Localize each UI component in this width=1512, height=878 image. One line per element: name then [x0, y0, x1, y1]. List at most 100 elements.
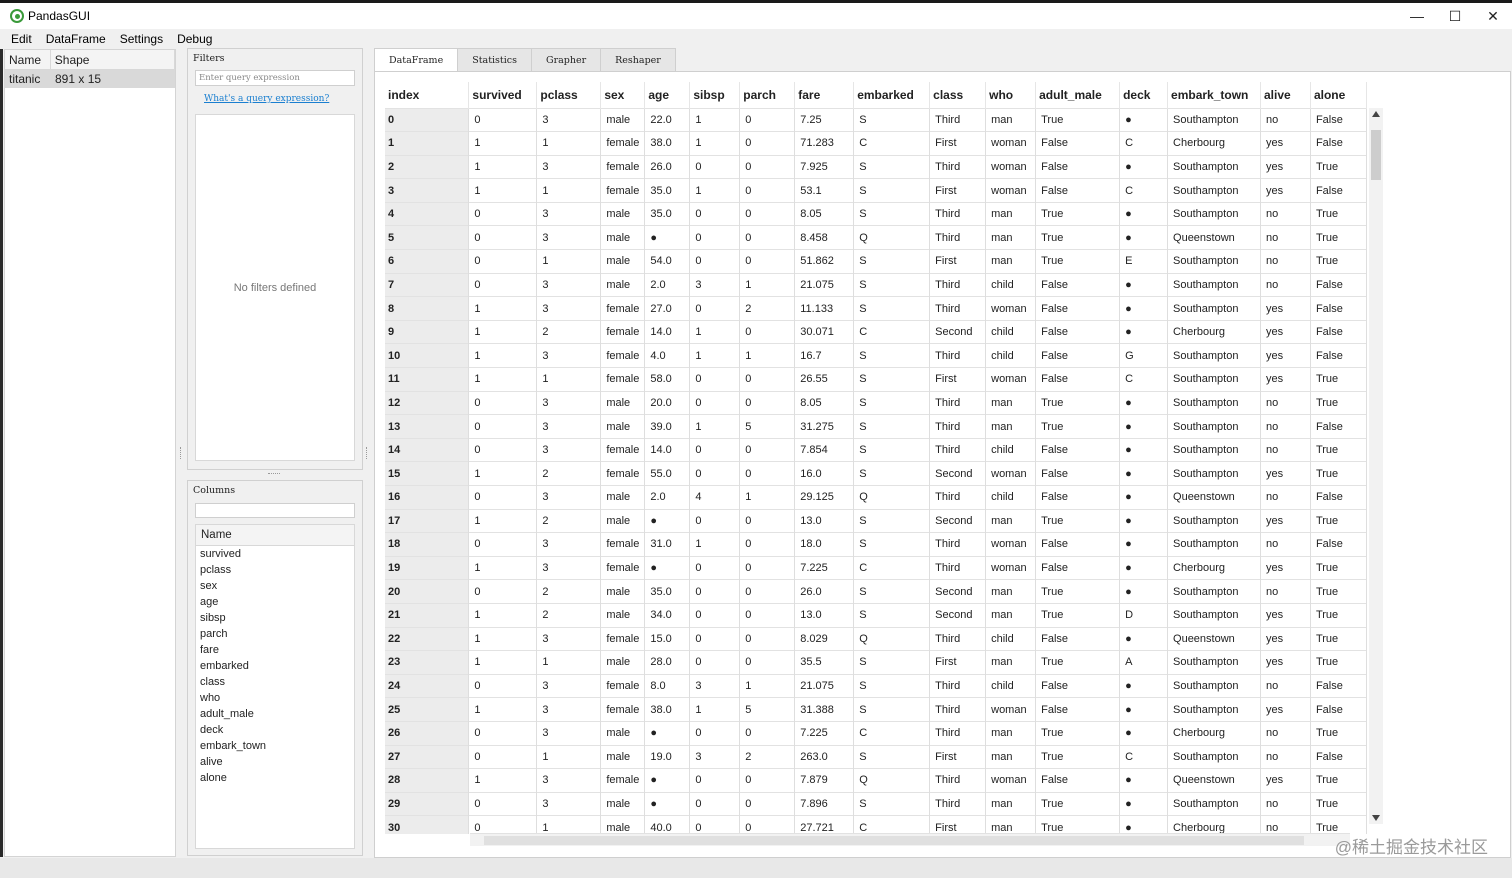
column-header-fare[interactable]: fare	[794, 82, 855, 108]
table-cell[interactable]: no	[1260, 720, 1311, 746]
table-cell[interactable]: 35.5	[794, 650, 855, 675]
table-cell[interactable]: Third	[929, 107, 987, 132]
table-cell[interactable]: S	[853, 461, 931, 486]
columns-search-input[interactable]	[195, 503, 355, 518]
table-cell[interactable]: True	[1310, 555, 1367, 580]
table-cell[interactable]: 0	[739, 225, 796, 250]
table-cell[interactable]: no	[1260, 437, 1311, 462]
column-list-item[interactable]: adult_male	[196, 706, 354, 722]
row-index-cell[interactable]: 19	[385, 555, 470, 580]
table-cell[interactable]: 0	[739, 367, 796, 392]
table-cell[interactable]: Southampton	[1167, 296, 1261, 321]
table-cell[interactable]: ●	[1119, 579, 1169, 604]
table-cell[interactable]: ●	[1119, 319, 1169, 344]
table-cell[interactable]: 0	[689, 579, 741, 604]
table-cell[interactable]: 1	[689, 107, 741, 132]
table-cell[interactable]: True	[1310, 508, 1367, 533]
table-cell[interactable]: Q	[853, 626, 931, 651]
table-cell[interactable]: female	[600, 437, 646, 462]
tab-statistics[interactable]: Statistics	[457, 48, 532, 71]
table-cell[interactable]: C	[1119, 744, 1169, 769]
column-list-item[interactable]: parch	[196, 626, 354, 642]
table-cell[interactable]: 29.125	[794, 485, 855, 510]
table-cell[interactable]: woman	[985, 367, 1037, 392]
table-cell[interactable]: False	[1035, 272, 1121, 297]
row-index-cell[interactable]: 18	[385, 532, 470, 557]
column-header-embarked[interactable]: embarked	[853, 82, 931, 108]
table-cell[interactable]: Q	[853, 768, 931, 793]
table-cell[interactable]: 2	[739, 296, 796, 321]
table-cell[interactable]: 0	[468, 390, 538, 415]
table-cell[interactable]: Cherbourg	[1167, 815, 1261, 834]
menu-debug[interactable]: Debug	[170, 32, 219, 46]
table-cell[interactable]: 3	[536, 414, 602, 439]
table-cell[interactable]: True	[1035, 720, 1121, 746]
table-row[interactable]: 26 0 3 male ● 0 0 7.225 C Third man True ● Cherbourg n…	[385, 720, 1367, 746]
table-cell[interactable]: Cherbourg	[1167, 319, 1261, 344]
column-list-item[interactable]: survived	[196, 546, 354, 562]
table-cell[interactable]: 263.0	[794, 744, 855, 769]
table-cell[interactable]: False	[1035, 367, 1121, 392]
table-cell[interactable]: False	[1310, 272, 1367, 297]
table-cell[interactable]: ●	[1119, 107, 1169, 132]
table-cell[interactable]: ●	[644, 555, 691, 580]
table-cell[interactable]: man	[985, 579, 1037, 604]
table-cell[interactable]: woman	[985, 154, 1037, 179]
row-index-cell[interactable]: 8	[385, 296, 470, 321]
table-cell[interactable]: man	[985, 744, 1037, 769]
row-index-cell[interactable]: 16	[385, 485, 470, 510]
table-cell[interactable]: child	[985, 673, 1037, 698]
table-cell[interactable]: 1	[468, 768, 538, 793]
table-cell[interactable]: 0	[689, 437, 741, 462]
table-cell[interactable]: S	[853, 107, 931, 132]
table-cell[interactable]: woman	[985, 296, 1037, 321]
table-cell[interactable]: 8.05	[794, 201, 855, 226]
table-cell[interactable]: Queenstown	[1167, 768, 1261, 793]
table-cell[interactable]: Southampton	[1167, 508, 1261, 533]
table-cell[interactable]: 21.075	[794, 272, 855, 297]
table-cell[interactable]: 30.071	[794, 319, 855, 344]
horizontal-scroll-thumb[interactable]	[484, 836, 1304, 845]
horizontal-scrollbar[interactable]	[470, 833, 1350, 846]
splitter-handle-right[interactable]	[366, 447, 368, 459]
table-cell[interactable]: False	[1035, 532, 1121, 557]
table-cell[interactable]: False	[1035, 626, 1121, 651]
table-cell[interactable]: S	[853, 697, 931, 722]
table-cell[interactable]: 7.225	[794, 720, 855, 746]
vertical-scroll-thumb[interactable]	[1371, 130, 1381, 180]
table-cell[interactable]: 13.0	[794, 602, 855, 628]
row-index-cell[interactable]: 4	[385, 201, 470, 226]
table-cell[interactable]: C	[1119, 178, 1169, 203]
table-cell[interactable]: Third	[929, 555, 987, 580]
table-cell[interactable]: 2	[536, 579, 602, 604]
table-cell[interactable]: 0	[739, 626, 796, 651]
row-index-cell[interactable]: 12	[385, 390, 470, 415]
table-cell[interactable]: ●	[1119, 390, 1169, 415]
table-cell[interactable]: Cherbourg	[1167, 555, 1261, 580]
table-row[interactable]: 1 1 1 female 38.0 1 0 71.283 C First woman False C Ch…	[385, 131, 1367, 156]
column-header-index[interactable]: index	[385, 82, 470, 108]
column-header-sibsp[interactable]: sibsp	[689, 82, 741, 108]
column-list-item[interactable]: sex	[196, 578, 354, 594]
table-cell[interactable]: no	[1260, 485, 1311, 510]
table-cell[interactable]: yes	[1260, 461, 1311, 486]
table-cell[interactable]: C	[853, 555, 931, 580]
vertical-scrollbar[interactable]	[1369, 108, 1383, 824]
tab-dataframe[interactable]: DataFrame	[374, 48, 459, 71]
table-cell[interactable]: True	[1035, 602, 1121, 628]
row-index-cell[interactable]: 23	[385, 650, 470, 675]
column-list-item[interactable]: pclass	[196, 562, 354, 578]
table-cell[interactable]: ●	[1119, 272, 1169, 297]
table-cell[interactable]: Third	[929, 390, 987, 415]
table-cell[interactable]: First	[929, 131, 987, 156]
table-cell[interactable]: 26.55	[794, 367, 855, 392]
dataset-row-titanic[interactable]: titanic 891 x 15	[5, 70, 175, 88]
splitter-handle-left[interactable]	[180, 447, 182, 459]
table-cell[interactable]: 8.458	[794, 225, 855, 250]
table-cell[interactable]: S	[853, 602, 931, 628]
table-cell[interactable]: 7.225	[794, 555, 855, 580]
table-cell[interactable]: False	[1035, 319, 1121, 344]
table-cell[interactable]: 26.0	[794, 579, 855, 604]
column-header-alive[interactable]: alive	[1260, 82, 1311, 108]
table-cell[interactable]: 2	[536, 508, 602, 533]
